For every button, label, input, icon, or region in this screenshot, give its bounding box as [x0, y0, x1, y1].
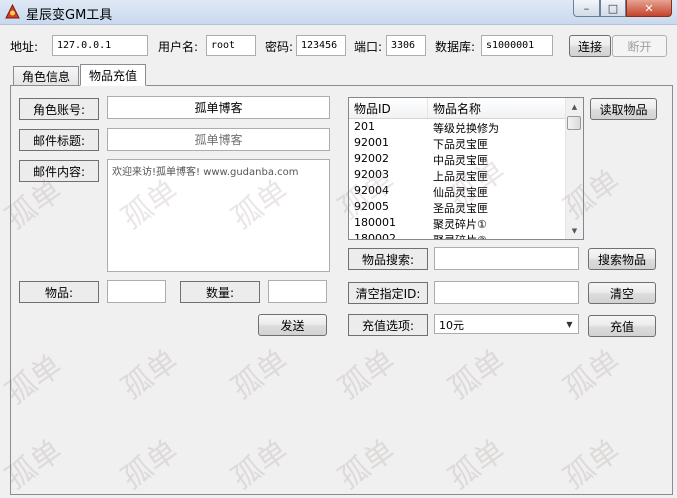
clear-id-input[interactable]: [434, 281, 579, 304]
search-input[interactable]: [434, 247, 579, 270]
title-bar: 星辰变GM工具 – □ ✕: [0, 0, 677, 25]
content-textarea[interactable]: 欢迎来访!孤单博客! www.gudanba.com: [107, 159, 330, 272]
db-label: 数据库:: [435, 40, 476, 54]
qty-field[interactable]: [268, 280, 327, 303]
user-label: 用户名:: [158, 40, 199, 54]
table-row[interactable]: 180001 聚灵碎片①: [349, 215, 567, 231]
table-row[interactable]: 92004 仙品灵宝匣: [349, 183, 567, 199]
account-label-button[interactable]: 角色账号:: [19, 98, 99, 120]
scroll-up-icon[interactable]: ▲: [566, 98, 583, 115]
item-id: 92005: [354, 200, 389, 213]
account-field[interactable]: 孤单博客: [107, 96, 330, 119]
table-row[interactable]: 201 等级兑换修为: [349, 119, 567, 135]
item-id: 92001: [354, 136, 389, 149]
column-header-id[interactable]: 物品ID: [349, 98, 428, 118]
scroll-thumb[interactable]: [567, 116, 581, 130]
item-name: 上品灵宝匣: [433, 170, 488, 183]
item-name: 聚灵碎片①: [433, 218, 487, 231]
user-field[interactable]: root: [206, 35, 256, 56]
item-name: 中品灵宝匣: [433, 154, 488, 167]
recharge-selected-value: 10元: [439, 319, 464, 332]
chevron-down-icon[interactable]: ▼: [562, 316, 577, 332]
recharge-label-button[interactable]: 充值选项:: [348, 314, 428, 336]
item-id: 92004: [354, 184, 389, 197]
app-window: 星辰变GM工具 – □ ✕ 地址: 127.0.0.1 用户名: root 密码…: [0, 0, 677, 498]
pwd-label: 密码:: [265, 40, 294, 54]
recharge-select[interactable]: 10元 ▼: [434, 314, 579, 334]
port-label: 端口:: [354, 40, 383, 54]
search-items-button[interactable]: 搜索物品: [588, 248, 656, 270]
port-field[interactable]: 3306: [386, 35, 426, 56]
window-title: 星辰变GM工具: [26, 8, 113, 23]
qty-label-button[interactable]: 数量:: [180, 281, 260, 303]
title-label-button[interactable]: 邮件标题:: [19, 129, 99, 151]
maximize-button[interactable]: □: [600, 0, 626, 17]
table-row[interactable]: 92002 中品灵宝匣: [349, 151, 567, 167]
search-label-button[interactable]: 物品搜索:: [348, 248, 428, 270]
recharge-button[interactable]: 充值: [588, 315, 656, 337]
clear-button[interactable]: 清空: [588, 282, 656, 304]
items-list-rows: 201 等级兑换修为 92001 下品灵宝匣 92002 中品灵宝匣 92003 上品灵…: [349, 119, 567, 240]
item-name: 圣品灵宝匣: [433, 202, 488, 215]
db-field[interactable]: s1000001: [481, 35, 553, 56]
item-id: 180001: [354, 216, 396, 229]
item-id: 92003: [354, 168, 389, 181]
table-row[interactable]: 92003 上品灵宝匣: [349, 167, 567, 183]
table-row[interactable]: 180002 聚灵碎片②: [349, 231, 567, 240]
content-label-button[interactable]: 邮件内容:: [19, 160, 99, 182]
item-id: 92002: [354, 152, 389, 165]
send-button[interactable]: 发送: [258, 314, 327, 336]
table-row[interactable]: 92001 下品灵宝匣: [349, 135, 567, 151]
connect-button[interactable]: 连接: [569, 35, 611, 57]
app-icon: [5, 3, 20, 19]
disconnect-button[interactable]: 断开: [612, 35, 667, 57]
pwd-field[interactable]: 123456: [296, 35, 346, 56]
item-name: 聚灵碎片②: [433, 232, 487, 239]
minimize-button[interactable]: –: [573, 0, 600, 17]
tab-role-info[interactable]: 角色信息: [13, 66, 79, 86]
item-name: 下品灵宝匣: [433, 138, 488, 151]
tab-item-recharge[interactable]: 物品充值: [80, 64, 146, 86]
close-button[interactable]: ✕: [626, 0, 672, 17]
item-id: 180002: [354, 232, 396, 240]
read-items-button[interactable]: 读取物品: [590, 98, 657, 120]
scroll-down-icon[interactable]: ▼: [566, 222, 583, 239]
item-name: 仙品灵宝匣: [433, 186, 488, 199]
item-label-button[interactable]: 物品:: [19, 281, 99, 303]
clear-id-label-button[interactable]: 清空指定ID:: [348, 282, 428, 304]
item-field[interactable]: [107, 280, 166, 303]
table-row[interactable]: 92005 圣品灵宝匣: [349, 199, 567, 215]
addr-field[interactable]: 127.0.0.1: [52, 35, 148, 56]
items-list-scrollbar[interactable]: ▲ ▼: [565, 98, 583, 239]
addr-label: 地址:: [10, 40, 39, 54]
title-field[interactable]: 孤单博客: [107, 128, 330, 151]
items-list-header: 物品ID 物品名称: [349, 98, 567, 119]
column-header-name[interactable]: 物品名称: [428, 98, 567, 118]
item-name: 等级兑换修为: [433, 122, 499, 135]
item-id: 201: [354, 120, 375, 133]
items-list[interactable]: 物品ID 物品名称 201 等级兑换修为 92001 下品灵宝匣 92002 中品灵宝…: [348, 97, 584, 240]
